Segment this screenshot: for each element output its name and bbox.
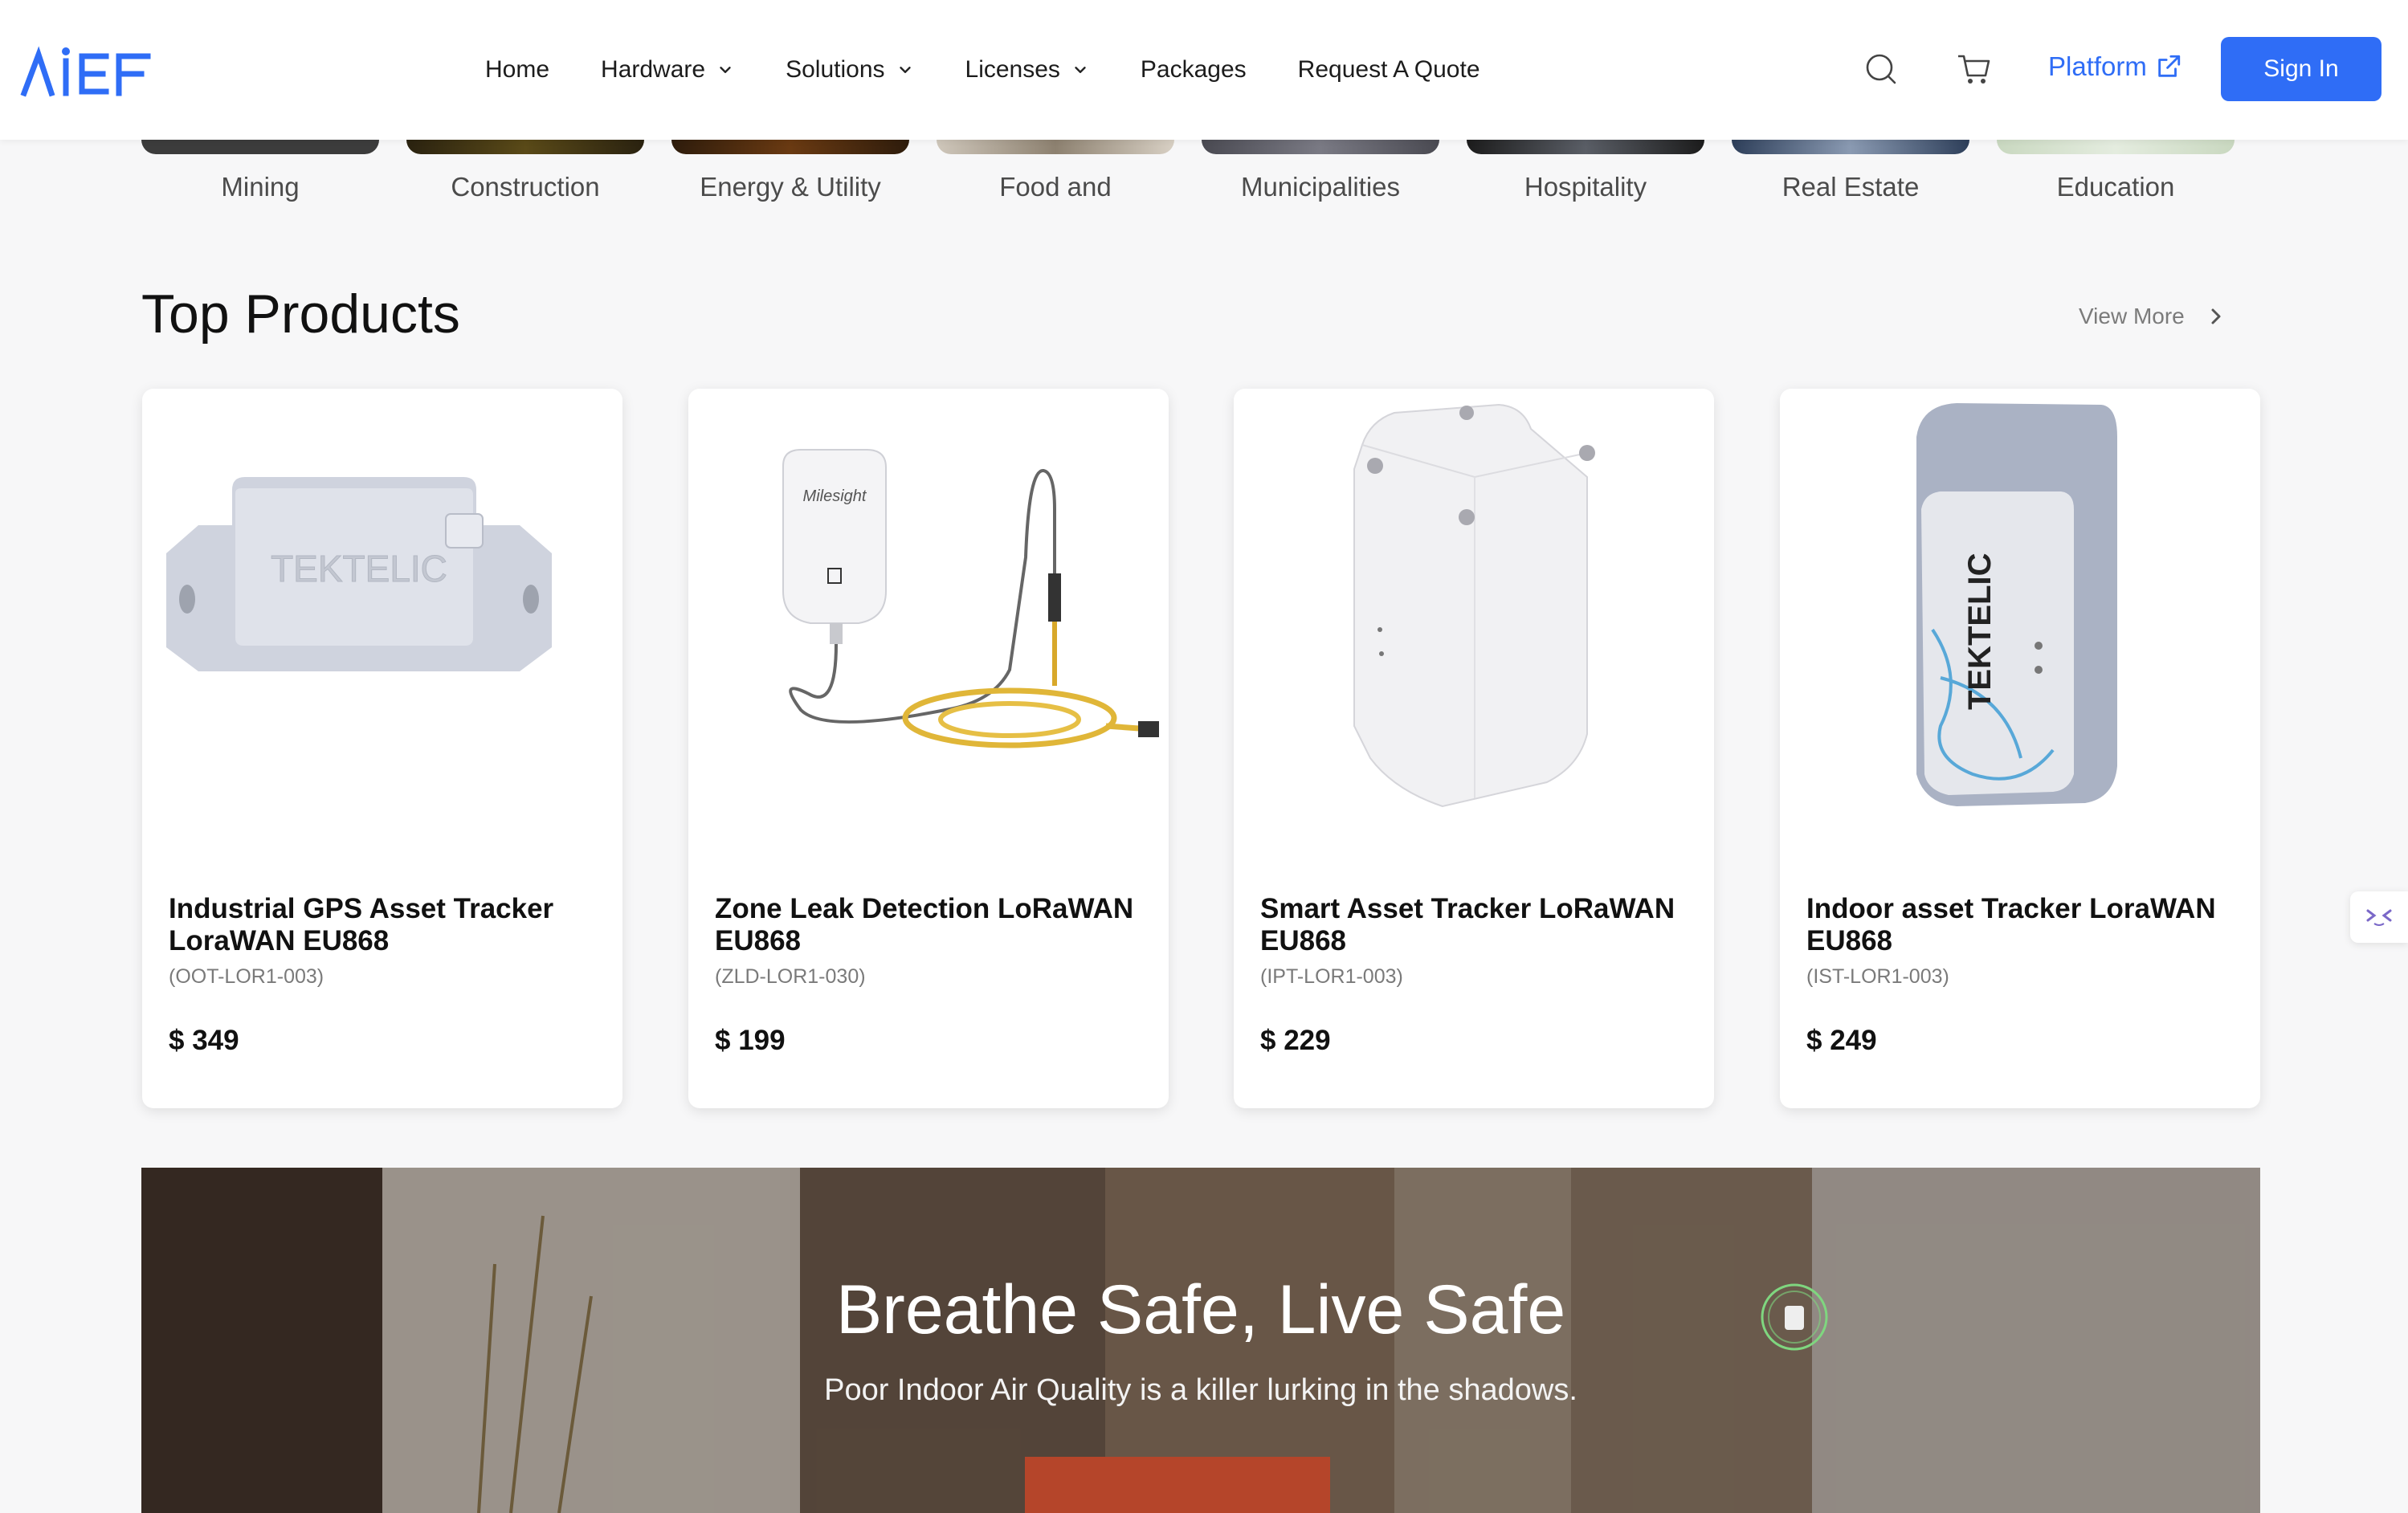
industry-thumbnail bbox=[1467, 140, 1704, 154]
industry-hospitality[interactable]: Hospitality bbox=[1467, 140, 1704, 204]
industries-row: Mining Construction Energy & Utility Foo… bbox=[141, 140, 2246, 220]
platform-link[interactable]: Platform bbox=[2048, 51, 2182, 82]
product-card[interactable]: Smart Asset Tracker LoRaWAN EU868 (IPT-L… bbox=[1234, 389, 1714, 1108]
product-price: $ 229 bbox=[1260, 1025, 1331, 1056]
product-image: Milesight bbox=[782, 449, 1159, 748]
product-price: $ 249 bbox=[1806, 1025, 1877, 1056]
nav-hardware-label: Hardware bbox=[601, 56, 706, 83]
product-image: TEKTELIC bbox=[166, 477, 552, 671]
nav-home[interactable]: Home bbox=[485, 56, 549, 84]
product-sku: (IPT-LOR1-003) bbox=[1260, 965, 1403, 988]
banner-title: Breathe Safe, Live Safe bbox=[835, 1271, 1566, 1348]
banner-subtitle: Poor Indoor Air Quality is a killer lurk… bbox=[824, 1373, 1577, 1407]
product-image: TEKTELIC bbox=[1916, 403, 2117, 806]
air-quality-banner: Breathe Safe, Live Safe Poor Indoor Air … bbox=[141, 1168, 2260, 1513]
industry-label: Real Estate bbox=[1782, 172, 1920, 202]
industry-food[interactable]: Food and bbox=[937, 140, 1174, 204]
industry-label: Construction bbox=[451, 172, 600, 202]
product-card[interactable]: TEKTELIC Indoor asset Tracker LoraWAN EU… bbox=[1780, 389, 2260, 1108]
chevron-down-icon bbox=[1075, 67, 1086, 73]
product-sku: (OOT-LOR1-003) bbox=[169, 965, 324, 988]
industry-municipalities[interactable]: Municipalities bbox=[1202, 140, 1439, 204]
product-sku: (ZLD-LOR1-030) bbox=[715, 965, 866, 988]
industry-thumbnail bbox=[1997, 140, 2235, 154]
main-nav: Home Hardware Solutions Licenses Package… bbox=[485, 50, 1532, 90]
nav-licenses[interactable]: Licenses bbox=[965, 56, 1089, 84]
industry-real-estate[interactable]: Real Estate bbox=[1732, 140, 1969, 204]
chevron-down-icon bbox=[899, 67, 911, 73]
industry-thumbnail bbox=[1202, 140, 1439, 154]
feedback-widget[interactable] bbox=[2350, 891, 2408, 943]
sign-in-button[interactable]: Sign In bbox=[2221, 37, 2381, 101]
chevron-down-icon bbox=[720, 67, 731, 73]
product-image bbox=[1353, 403, 1595, 808]
industry-thumbnail bbox=[671, 140, 909, 154]
product-card[interactable]: Milesight Zone Leak Detection LoRaWAN EU… bbox=[688, 389, 1169, 1108]
site-header: Home Hardware Solutions Licenses Package… bbox=[0, 0, 2408, 140]
product-price: $ 199 bbox=[715, 1025, 786, 1056]
industry-label: Energy & Utility bbox=[700, 172, 881, 202]
product-image-brand: TEKTELIC bbox=[271, 548, 447, 589]
industry-thumbnail bbox=[141, 140, 379, 154]
product-price: $ 349 bbox=[169, 1025, 239, 1056]
product-sku: (IST-LOR1-003) bbox=[1806, 965, 1949, 988]
nav-home-label: Home bbox=[485, 56, 550, 83]
industry-label: Mining bbox=[221, 172, 300, 202]
industry-education[interactable]: Education bbox=[1997, 140, 2235, 204]
industry-label: Education bbox=[2056, 172, 2175, 202]
air-sensor-icon bbox=[1761, 1283, 1828, 1351]
chat-icon bbox=[2366, 909, 2392, 926]
nav-solutions[interactable]: Solutions bbox=[786, 56, 913, 84]
product-name: Zone Leak Detection LoRaWAN EU868 bbox=[715, 893, 1134, 956]
industry-label: Hospitality bbox=[1524, 172, 1647, 202]
nav-solutions-label: Solutions bbox=[786, 56, 885, 83]
industry-thumbnail bbox=[937, 140, 1174, 154]
nav-packages[interactable]: Packages bbox=[1141, 56, 1247, 84]
nav-request-quote[interactable]: Request A Quote bbox=[1298, 56, 1480, 84]
industry-label: Municipalities bbox=[1240, 172, 1401, 202]
nav-hardware[interactable]: Hardware bbox=[601, 56, 734, 84]
cart-icon[interactable] bbox=[1955, 50, 1994, 88]
nav-licenses-label: Licenses bbox=[965, 56, 1060, 83]
industry-mining[interactable]: Mining bbox=[141, 140, 379, 204]
platform-label: Platform bbox=[2048, 51, 2147, 81]
nav-packages-label: Packages bbox=[1140, 56, 1247, 83]
industry-label: Food and bbox=[999, 172, 1112, 202]
industry-thumbnail bbox=[406, 140, 644, 154]
industry-energy-utility[interactable]: Energy & Utility bbox=[671, 140, 909, 204]
view-more-label: View More bbox=[2079, 304, 2185, 328]
external-link-icon bbox=[2158, 55, 2181, 77]
product-image-brand: Milesight bbox=[803, 487, 867, 505]
product-image-brand: TEKTELIC bbox=[1962, 553, 1998, 710]
site-logo[interactable] bbox=[19, 45, 156, 98]
product-card[interactable]: TEKTELIC Industrial GPS Asset Tracker Lo… bbox=[142, 389, 622, 1108]
search-icon[interactable] bbox=[1862, 50, 1900, 88]
product-name: Industrial GPS Asset Tracker LoraWAN EU8… bbox=[169, 893, 554, 956]
industry-construction[interactable]: Construction bbox=[406, 140, 644, 204]
view-more-link[interactable]: View More bbox=[2079, 304, 2223, 329]
chevron-right-icon bbox=[2211, 308, 2221, 324]
nav-request-quote-label: Request A Quote bbox=[1297, 56, 1480, 83]
product-name: Smart Asset Tracker LoRaWAN EU868 bbox=[1260, 893, 1675, 956]
section-title: Top Products bbox=[141, 283, 460, 345]
industry-thumbnail bbox=[1732, 140, 1969, 154]
product-name: Indoor asset Tracker LoraWAN EU868 bbox=[1806, 893, 2216, 956]
